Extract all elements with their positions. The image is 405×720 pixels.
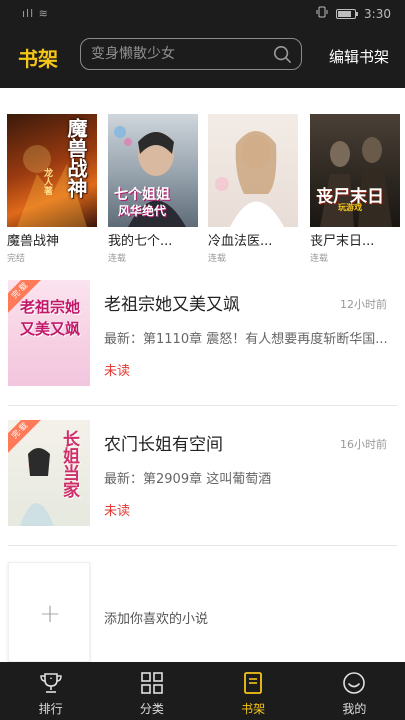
vibrate-icon [316,6,328,21]
book-status: 连载 [108,254,127,264]
grid-book[interactable]: 丧尸末日 玩游戏 丧尸末日... 连载 [310,114,400,264]
update-time: 12小时前 [340,298,387,311]
book-cover[interactable]: 魔兽战神 龙人著 [7,114,97,227]
grid-book[interactable]: 魔兽战神 龙人著 魔兽战神 完结 [7,114,97,264]
list-item[interactable]: 完·载 老祖宗她又美又飒 老祖宗她又美又飒 12小时前 最新：第1110章 震怒… [8,280,397,406]
book-title: 冷血法医... [208,234,273,249]
trophy-icon [39,673,62,693]
cover-title: 长姐当家 [59,430,79,498]
book-cover[interactable]: 完·载 长姐当家 [8,420,90,526]
book-cover[interactable]: 七个姐姐 风华绝代 [108,114,198,227]
book-title: 农门长姐有空间 [104,435,223,455]
nav-label: 书架 [241,702,266,716]
search-input[interactable] [91,44,271,64]
add-book-button[interactable]: + [8,562,90,662]
unread-badge: 未读 [104,504,131,519]
cover-title: 老祖宗她又美又飒 [19,298,80,338]
nav-item-ranking[interactable]: 排行 [0,662,101,720]
latest-chapter: 最新：第2909章 这叫葡萄酒 [104,472,272,487]
book-status: 完结 [7,254,26,264]
cover-title: 魔兽战神 [64,118,88,198]
search-icon[interactable] [273,45,291,63]
page-title: 书架 [18,47,58,71]
nav-item-category[interactable]: 分类 [101,662,202,720]
grid-book[interactable]: 七个姐姐 风华绝代 我的七个... 连载 [108,114,198,264]
nav-label: 分类 [139,702,164,716]
grid-book[interactable]: 冷血法医... 连载 [208,114,298,264]
status-right: 3:30 [316,6,391,21]
book-title: 魔兽战神 [7,234,60,249]
nav-label: 我的 [342,702,367,716]
signal-icon: ıll ≋ [22,7,49,20]
cover-author: 龙人著 [42,168,52,195]
edit-shelf-button[interactable]: 编辑书架 [329,46,389,67]
smile-icon [343,672,366,694]
shelf-grid: 魔兽战神 龙人著 魔兽战神 完结 七个姐姐 风华绝代 我的七个... 连载 冷血… [0,114,405,264]
bottom-nav: 排行 分类 书架 我的 [0,662,405,720]
nav-item-bookshelf[interactable]: 书架 [203,662,304,720]
search-box[interactable] [80,38,302,70]
book-icon [244,672,263,694]
unread-badge: 未读 [104,364,131,379]
nav-item-profile[interactable]: 我的 [304,662,405,720]
list-item[interactable]: 完·载 长姐当家 农门长姐有空间 16小时前 最新：第2909章 这叫葡萄酒 未… [8,420,397,546]
book-title: 老祖宗她又美又飒 [104,295,240,315]
nav-label: 排行 [38,702,63,716]
latest-chapter: 最新：第1110章 震怒！有人想要再度斩断华国... [104,332,388,347]
cover-subtitle: 风华绝代 [118,204,167,218]
book-status: 连载 [310,254,329,264]
status-bar: ıll ≋ 3:30 [0,0,405,28]
clock: 3:30 [364,6,391,21]
book-title: 我的七个... [108,234,173,249]
grid-icon [141,672,163,694]
book-title: 丧尸末日... [310,234,375,249]
cover-subtitle: 玩游戏 [338,203,362,212]
book-cover[interactable] [208,114,298,227]
add-book-label[interactable]: 添加你喜欢的小说 [104,608,208,627]
battery-icon [336,8,359,19]
cover-title: 七个姐姐 [114,187,170,203]
app-bar: 书架 编辑书架 [0,28,405,88]
book-cover[interactable]: 完·载 老祖宗她又美又飒 [8,280,90,386]
plus-icon: + [39,599,61,629]
book-status: 连载 [208,254,227,264]
book-cover[interactable]: 丧尸末日 玩游戏 [310,114,400,227]
update-time: 16小时前 [340,438,387,451]
